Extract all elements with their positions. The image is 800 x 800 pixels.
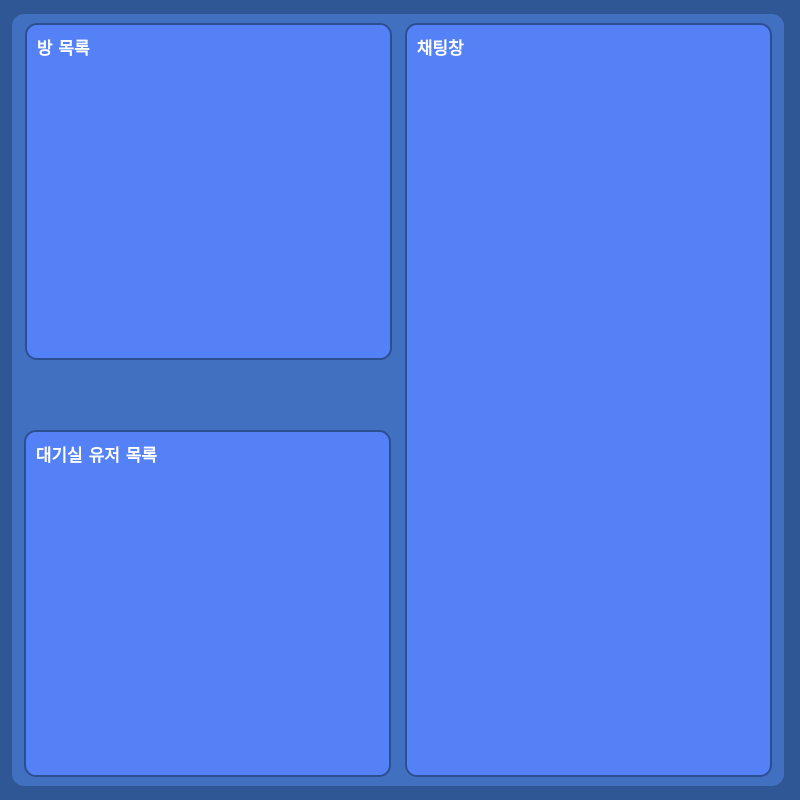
room-list-title: 방 목록 bbox=[37, 39, 90, 59]
chat-window-title: 채팅창 bbox=[417, 39, 464, 59]
lobby-user-list-panel[interactable]: 대기실 유저 목록 bbox=[24, 430, 391, 777]
lobby-user-list-title: 대기실 유저 목록 bbox=[36, 446, 158, 466]
room-list-panel[interactable]: 방 목록 bbox=[25, 23, 392, 360]
chat-window-panel[interactable]: 채팅창 bbox=[405, 23, 772, 777]
